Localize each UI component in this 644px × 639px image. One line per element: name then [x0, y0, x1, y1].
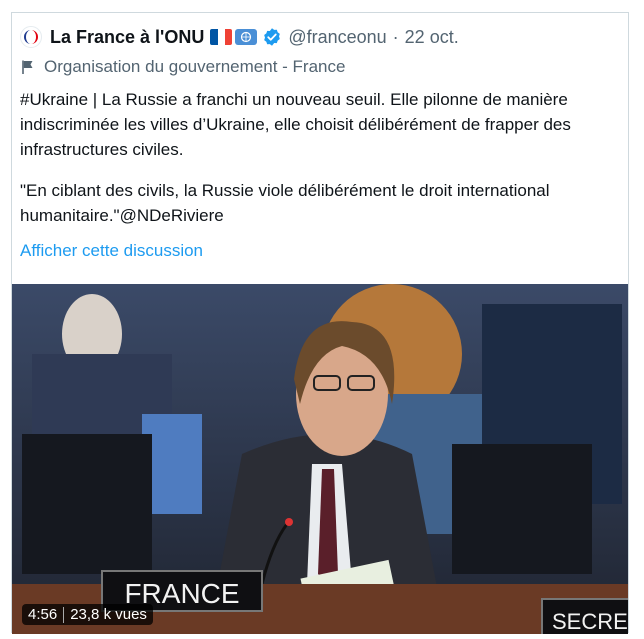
tweet-card[interactable]: La France à l'ONU @franceonu · 22 oct. O…	[11, 12, 629, 634]
dot-separator: ·	[392, 26, 399, 47]
video-frame: FRANCE SECRET	[12, 284, 628, 634]
verified-badge-icon	[264, 28, 281, 46]
video-views: 23,8 k vues	[70, 606, 147, 623]
show-thread-link[interactable]: Afficher cette discussion	[20, 241, 203, 261]
video-duration: 4:56	[28, 606, 58, 623]
video-stats: 4:56 23,8 k vues	[22, 604, 153, 625]
tweet-header: La France à l'ONU @franceonu · 22 oct.	[20, 25, 459, 49]
tweet-paragraph-1: #Ukraine | La Russie a franchi un nouvea…	[20, 90, 571, 159]
avatar[interactable]	[20, 26, 42, 48]
flag-icon	[22, 60, 33, 74]
display-name[interactable]: La France à l'ONU	[50, 27, 204, 48]
stats-divider	[63, 606, 65, 623]
tweet-date[interactable]: 22 oct.	[405, 27, 459, 48]
nameplate-secret: SECRET	[552, 609, 628, 634]
un-flag-icon	[235, 29, 258, 45]
tweet-paragraph-2: "En ciblant des civils, la Russie viole …	[20, 181, 550, 225]
handle[interactable]: @franceonu	[288, 27, 386, 48]
france-flag-icon	[210, 29, 233, 45]
affiliation-label[interactable]: Organisation du gouvernement - France	[44, 57, 345, 77]
affiliation-row: Organisation du gouvernement - France	[20, 57, 345, 77]
profile-logo-icon	[24, 30, 38, 44]
video-player[interactable]: FRANCE SECRET 4:56 23,8 k vues	[12, 284, 628, 634]
tweet-text: #Ukraine | La Russie a franchi un nouvea…	[20, 87, 620, 228]
